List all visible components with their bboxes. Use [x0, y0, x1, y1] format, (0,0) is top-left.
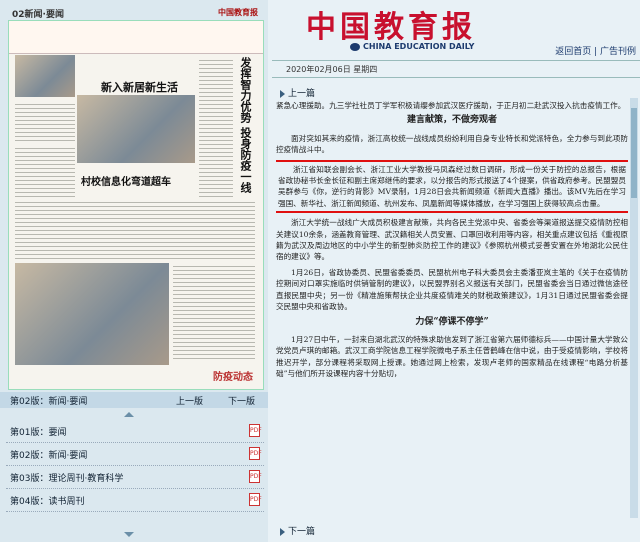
date-bar: 2020年02月06日 星期四	[272, 60, 640, 78]
prev-page-button[interactable]: 上一版	[176, 394, 203, 407]
thumbnail-vertical-headline[interactable]: 发挥智力优势 投身防疫一线	[237, 57, 253, 205]
article-paragraph: 1月26日，省政协委员、民盟省委委员、民盟杭州电子科大委员会主委潘亚岚主笔的《关…	[276, 267, 628, 312]
article-panel: 中国教育报 CHINA EDUCATION DAILY 返回首页 | 广告刊例 …	[272, 0, 640, 542]
scroll-up-arrow-icon[interactable]	[124, 412, 134, 417]
thumbnail-headline-2[interactable]: 村校信息化弯道超车	[81, 173, 171, 188]
pdf-icon[interactable]: PDF	[249, 470, 262, 483]
pdf-icon[interactable]: PDF	[249, 493, 262, 506]
page-list: 第01版：要闻 PDF 第02版：新闻·要闻 PDF 第03版：理论周刊·教育科…	[6, 420, 264, 512]
prev-article-button[interactable]: 上一篇	[280, 86, 315, 99]
page-list-item[interactable]: 第01版：要闻 PDF	[6, 420, 264, 443]
page-pager: 第02版：新闻·要闻 上一版 下一版	[0, 392, 268, 408]
thumbnail-text-block[interactable]	[15, 101, 75, 141]
scroll-down-arrow-icon[interactable]	[124, 532, 134, 537]
site-logo-english: CHINA EDUCATION DAILY	[350, 42, 474, 51]
pdf-icon[interactable]: PDF	[249, 424, 262, 437]
thumbnail-photo-top[interactable]	[15, 55, 75, 97]
logo-english-text: CHINA EDUCATION DAILY	[363, 42, 475, 51]
arrow-right-icon	[280, 89, 285, 98]
thumbnail-text-block[interactable]	[15, 199, 255, 259]
next-article-button[interactable]: 下一篇	[280, 524, 315, 537]
article-body: 紧急心理援助。九三学社社员丁学军积极请缨参加武汉医疗援助，于正月初二赴武汉投入抗…	[276, 100, 628, 518]
page-panel: 02新闻·要闻 中国教育报 新入新居新生活 发挥智力优势 投身防疫一线 村校信息…	[0, 0, 268, 542]
thumbnail-text-block[interactable]	[173, 263, 255, 359]
top-links[interactable]: 返回首页 | 广告刊例	[555, 44, 636, 57]
scrollbar-thumb[interactable]	[631, 108, 637, 198]
page-masthead: 中国教育报	[218, 8, 258, 17]
thumbnail-text-block[interactable]	[199, 57, 233, 205]
thumbnail-photo-mid[interactable]	[77, 95, 195, 163]
article-subheading: 力保“停课不停学”	[415, 316, 489, 327]
page-list-label[interactable]: 第01版：要闻	[10, 425, 66, 438]
article-paragraph: 1月27日中午，一封来自湖北武汉的特殊求助信发到了浙江省第六届师德标兵——中国计…	[276, 334, 628, 379]
page-list-label[interactable]: 第02版：新闻·要闻	[10, 448, 87, 461]
thumbnail-headline-1[interactable]: 新入新居新生活	[101, 79, 178, 95]
thumbnail-top-band	[9, 21, 263, 54]
page-thumbnail[interactable]: 新入新居新生活 发挥智力优势 投身防疫一线 村校信息化弯道超车 防疫动态	[8, 20, 264, 390]
prev-article-label[interactable]: 上一篇	[288, 89, 315, 99]
issue-date: 2020年02月06日 星期四	[286, 65, 378, 74]
thumbnail-photo-large[interactable]	[15, 263, 169, 365]
page-list-label[interactable]: 第03版：理论周刊·教育科学	[10, 471, 123, 484]
next-page-button[interactable]: 下一版	[228, 394, 255, 407]
thumbnail-corner-label: 防疫动态	[213, 372, 253, 383]
highlighted-paragraph: 浙江省知联会副会长、浙江工业大学教授马凤森经过数日调研，形成一份关于防控的总报告…	[276, 159, 628, 214]
pdf-icon[interactable]: PDF	[249, 447, 262, 460]
article-subheading: 建言献策，不做旁观者	[406, 115, 497, 126]
arrow-right-icon	[280, 527, 285, 536]
article-scrollbar[interactable]	[630, 98, 638, 518]
page-header: 02新闻·要闻 中国教育报	[8, 6, 262, 20]
globe-icon	[350, 42, 360, 51]
page-list-item[interactable]: 第02版：新闻·要闻 PDF	[6, 443, 264, 466]
article-paragraph: 浙江大学统一战线广大成员积极建言献策，共向各民主党派中央、省委会等渠道报送提交疫…	[276, 218, 628, 262]
page-section-label: 02新闻·要闻	[12, 10, 64, 20]
page-list-item[interactable]: 第03版：理论周刊·教育科学 PDF	[6, 466, 264, 489]
current-page-label: 第02版：新闻·要闻	[10, 397, 88, 407]
page-list-label[interactable]: 第04版：读书周刊	[10, 494, 84, 507]
thumbnail-text-block[interactable]	[15, 145, 75, 197]
article-paragraph: 紧急心理援助。九三学社社员丁学军积极请缨参加武汉医疗援助，于正月初二赴武汉投入抗…	[276, 101, 626, 110]
page-list-item[interactable]: 第04版：读书周刊 PDF	[6, 489, 264, 512]
article-paragraph: 面对突如其来的疫情，浙江高校统一战线成员纷纷利用自身专业特长和党派特色，全力参与…	[276, 133, 628, 155]
next-article-label[interactable]: 下一篇	[288, 527, 315, 537]
site-logo[interactable]: 中国教育报	[306, 2, 476, 46]
